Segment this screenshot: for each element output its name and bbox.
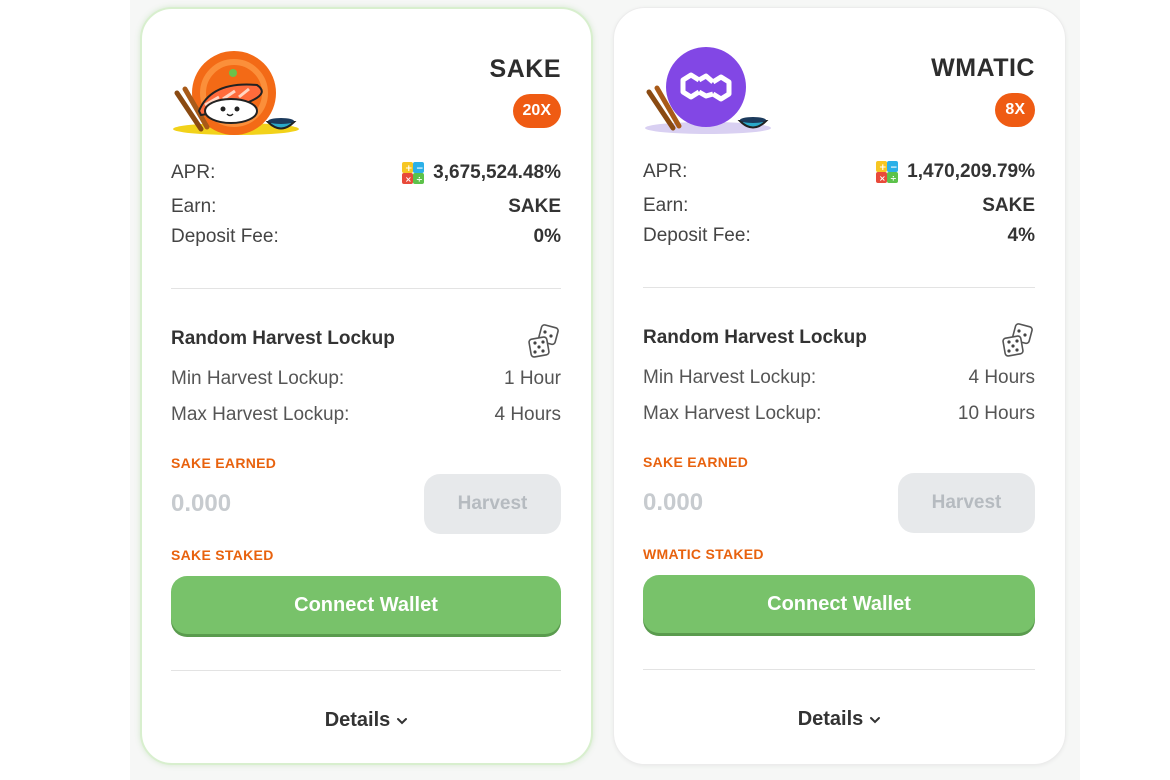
min-lockup-label: Min Harvest Lockup: — [171, 368, 345, 389]
apr-value-group: + − × ÷ 1,470,209.79% — [875, 160, 1035, 184]
token-name: WMATIC — [931, 54, 1035, 82]
details-label: Details — [324, 709, 391, 731]
earn-label: Earn: — [171, 196, 217, 217]
dice-icon — [1002, 323, 1033, 357]
harvest-button[interactable]: Harvest — [424, 474, 561, 534]
apr-row: APR: + − × ÷ 3,675,524.48% — [171, 161, 561, 185]
divider — [643, 669, 1035, 670]
max-lockup-label: Max Harvest Lockup: — [171, 404, 350, 425]
calculator-icon[interactable]: + − × ÷ — [401, 161, 425, 185]
calculator-icon[interactable]: + − × ÷ — [875, 160, 899, 184]
svg-text:×: × — [405, 175, 412, 184]
apr-row: APR: + − × ÷ 1,470,209.79% — [643, 160, 1035, 184]
earned-value: 0.000 — [171, 490, 232, 517]
deposit-fee-value: 0% — [533, 226, 561, 247]
chevron-down-icon — [870, 716, 881, 723]
dice-icon — [528, 324, 559, 358]
deposit-fee-label: Deposit Fee: — [171, 226, 279, 247]
svg-text:+: + — [405, 164, 413, 174]
max-lockup-value: 10 Hours — [957, 403, 1035, 424]
details-toggle[interactable]: Details — [614, 708, 1065, 731]
divider — [171, 288, 561, 289]
farm-card-wmatic: WMATIC 8X APR: + − × ÷ 1,470,209.79% Ear… — [613, 7, 1066, 765]
min-lockup-value: 1 Hour — [503, 368, 561, 389]
apr-value: 3,675,524.48% — [433, 162, 561, 183]
apr-label: APR: — [171, 162, 216, 183]
max-lockup-label: Max Harvest Lockup: — [643, 403, 822, 424]
connect-wallet-button[interactable]: Connect Wallet — [643, 575, 1035, 633]
apr-value-group: + − × ÷ 3,675,524.48% — [401, 161, 561, 185]
earn-value: SAKE — [982, 195, 1035, 216]
min-lockup-row: Min Harvest Lockup: 4 Hours — [643, 367, 1035, 389]
polygon-logo-icon — [645, 47, 771, 134]
divider — [171, 670, 561, 671]
earn-value: SAKE — [508, 196, 561, 217]
staked-label: SAKE STAKED — [171, 547, 274, 563]
earned-label: SAKE EARNED — [171, 455, 277, 471]
section-title: Random Harvest Lockup — [171, 328, 395, 349]
svg-text:−: − — [416, 164, 424, 174]
svg-text:−: − — [890, 163, 898, 173]
deposit-fee-value: 4% — [1007, 225, 1035, 246]
earned-label: SAKE EARNED — [643, 454, 749, 470]
min-lockup-value: 4 Hours — [968, 367, 1035, 388]
apr-value: 1,470,209.79% — [907, 161, 1035, 182]
chevron-down-icon — [397, 717, 408, 724]
apr-label: APR: — [643, 161, 688, 182]
min-lockup-row: Min Harvest Lockup: 1 Hour — [171, 368, 561, 390]
min-lockup-label: Min Harvest Lockup: — [643, 367, 817, 388]
deposit-fee-label: Deposit Fee: — [643, 225, 751, 246]
section-title: Random Harvest Lockup — [643, 327, 867, 348]
sushi-logo-icon — [173, 51, 299, 135]
deposit-fee-row: Deposit Fee: 4% — [643, 225, 1035, 247]
max-lockup-row: Max Harvest Lockup: 4 Hours — [171, 404, 561, 426]
svg-text:+: + — [879, 163, 887, 173]
multiplier-badge: 20X — [512, 94, 561, 128]
harvest-button[interactable]: Harvest — [898, 473, 1035, 533]
token-name: SAKE — [489, 55, 561, 83]
staked-label: WMATIC STAKED — [643, 546, 764, 562]
earn-label: Earn: — [643, 195, 689, 216]
details-label: Details — [797, 708, 864, 730]
max-lockup-value: 4 Hours — [494, 404, 561, 425]
multiplier-badge: 8X — [995, 93, 1035, 127]
farm-card-sake: SAKE 20X APR: + − × ÷ 3,675,524.48% Earn… — [140, 7, 593, 765]
divider — [643, 287, 1035, 288]
details-toggle[interactable]: Details — [142, 709, 591, 732]
svg-text:×: × — [879, 174, 886, 183]
deposit-fee-row: Deposit Fee: 0% — [171, 226, 561, 248]
connect-wallet-button[interactable]: Connect Wallet — [171, 576, 561, 634]
svg-text:÷: ÷ — [416, 175, 423, 184]
max-lockup-row: Max Harvest Lockup: 10 Hours — [643, 403, 1035, 425]
earn-row: Earn: SAKE — [643, 195, 1035, 217]
svg-text:÷: ÷ — [890, 174, 897, 183]
earned-value: 0.000 — [643, 489, 704, 516]
earn-row: Earn: SAKE — [171, 196, 561, 218]
